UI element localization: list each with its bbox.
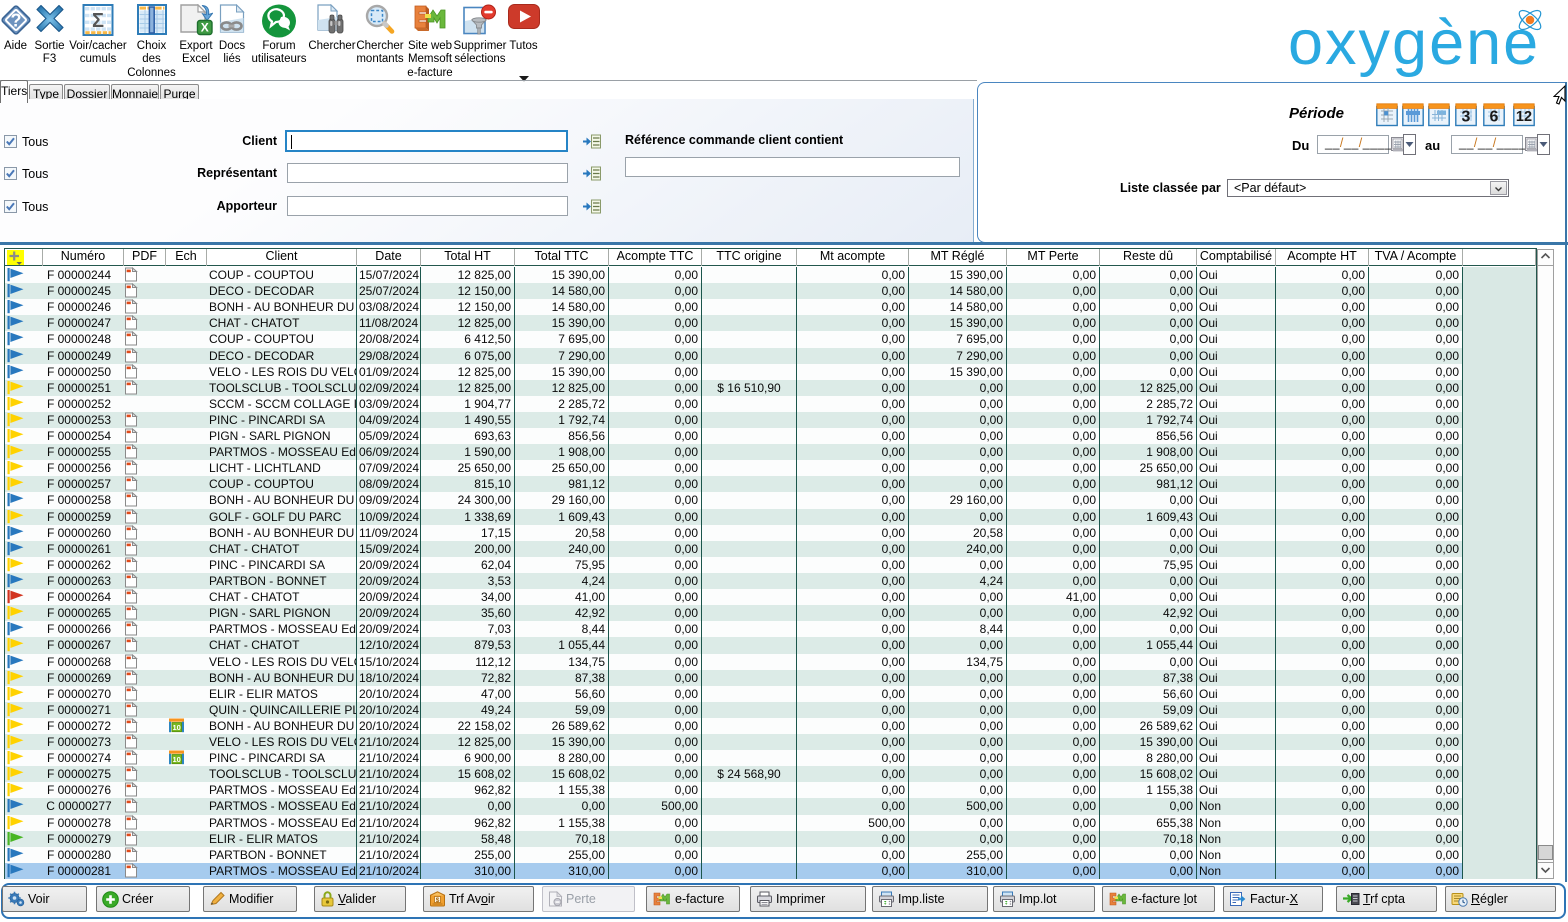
- svg-text:?: ?: [10, 11, 21, 31]
- svg-text:Σ: Σ: [92, 10, 104, 32]
- svg-text:X: X: [201, 21, 209, 35]
- svg-text:10: 10: [173, 755, 181, 764]
- svg-text:10: 10: [173, 723, 181, 732]
- svg-text:12: 12: [1516, 109, 1532, 125]
- svg-text:$: $: [436, 897, 440, 904]
- svg-text:6: 6: [1490, 109, 1499, 126]
- svg-text:3: 3: [1462, 109, 1471, 126]
